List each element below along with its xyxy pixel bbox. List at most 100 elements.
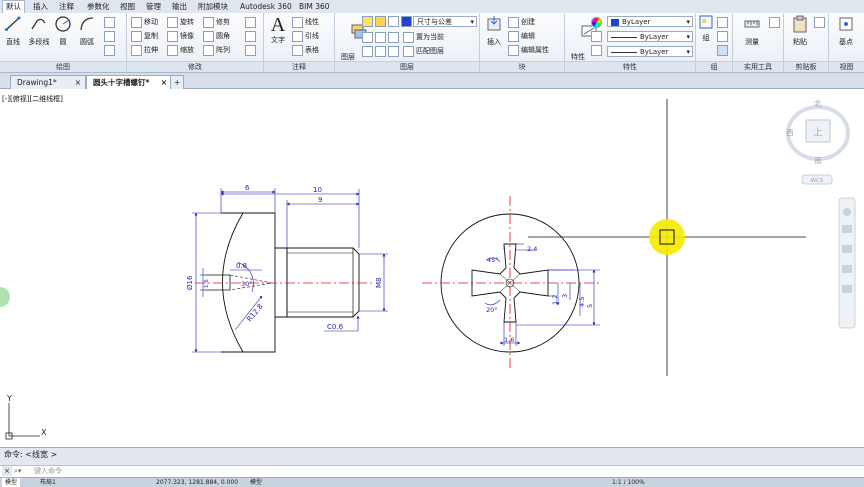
showmotion-icon — [842, 285, 852, 293]
create-block-button[interactable]: 创建 — [508, 16, 535, 29]
panel-block-title[interactable]: 块 — [480, 61, 564, 72]
layer-state-icons[interactable] — [362, 15, 414, 28]
array-button[interactable]: 阵列 — [203, 44, 230, 57]
command-recent-icon[interactable]: ⌕▾ — [14, 466, 21, 476]
panel-clipboard-title[interactable]: 剪贴板 — [784, 61, 828, 72]
offset-button[interactable] — [245, 44, 258, 57]
drawing-canvas[interactable]: 6 10 9 Ø16 1.6 0.8 30° R12.8 C0.6 M8 2.4… — [0, 89, 864, 445]
ungroup-button[interactable] — [717, 16, 730, 29]
hatch-tool[interactable] — [104, 30, 117, 43]
dim-c0-6: C0.6 — [327, 323, 344, 331]
drawing-svg[interactable]: 6 10 9 Ø16 1.6 0.8 30° R12.8 C0.6 M8 2.4… — [0, 89, 864, 445]
doc-tab-screw[interactable]: 圆头十字槽螺钉* × — [86, 75, 172, 89]
layer-tools-row1[interactable] — [362, 31, 401, 44]
viewcube-west[interactable]: 西 — [786, 128, 794, 137]
group-edit-button[interactable] — [717, 30, 730, 43]
cursor-highlight — [649, 219, 685, 255]
table-button[interactable]: 表格 — [292, 44, 319, 57]
copy-button[interactable]: 复制 — [131, 30, 158, 43]
line-button[interactable]: 直线 — [2, 15, 24, 47]
stretch-icon — [131, 44, 142, 56]
polyline-button[interactable]: 多段线 — [25, 15, 53, 47]
stretch-button[interactable]: 拉伸 — [131, 44, 158, 57]
tab-output[interactable]: 输出 — [169, 1, 190, 12]
viewcube-top[interactable]: 上 — [813, 127, 822, 138]
chevron-down-icon: ▾ — [686, 18, 690, 26]
panel-utilities-title[interactable]: 实用工具 — [733, 61, 783, 72]
match-layer-button[interactable]: 匹配图层 — [403, 45, 444, 58]
draw-more-tool[interactable] — [104, 44, 117, 57]
insert-block-button[interactable]: 插入 — [483, 15, 505, 47]
fillet-button[interactable]: 圆角 — [203, 30, 230, 43]
close-icon[interactable]: × — [161, 76, 167, 89]
tab-addins[interactable]: 附加模块 — [195, 1, 231, 12]
linear-dim-button[interactable]: 线性 — [292, 16, 319, 29]
circle-button[interactable]: 圆 — [54, 15, 72, 47]
scale-button[interactable]: 缩放 — [167, 44, 194, 57]
panel-groups-title[interactable]: 组 — [696, 61, 732, 72]
lineweight-dropdown[interactable]: ByLayer ▾ — [607, 46, 693, 57]
panel-layers: 图层 特性 尺寸与公差▾ 置为当前 匹配图层 图层 — [335, 13, 480, 72]
color-tool[interactable] — [591, 16, 604, 29]
panel-properties-title[interactable]: 特性 — [565, 61, 695, 72]
group-button[interactable]: 组 — [698, 15, 714, 43]
layer-dropdown[interactable]: 尺寸与公差 ▾ — [413, 16, 477, 27]
tab-parametric[interactable]: 参数化 — [84, 1, 113, 12]
paste-button[interactable]: 粘贴 — [788, 15, 812, 47]
copy-clip-button[interactable] — [814, 16, 827, 29]
base-point-button[interactable]: 基点 — [833, 15, 859, 47]
close-icon[interactable]: × — [75, 76, 81, 89]
new-tab-button[interactable]: + — [170, 75, 184, 89]
linetype-dropdown[interactable]: ByLayer ▾ — [607, 31, 693, 42]
tab-annotate[interactable]: 注释 — [56, 1, 77, 12]
lineweight-tool[interactable] — [591, 44, 604, 57]
edit-block-button[interactable]: 编辑 — [508, 30, 535, 43]
move-button[interactable]: 移动 — [131, 16, 158, 29]
dim-30deg: 30° — [241, 280, 253, 288]
text-button[interactable]: A 文字 — [267, 15, 289, 45]
panel-modify-title[interactable]: 修改 — [127, 61, 263, 72]
ribbon-tab-bar: 默认 插入 注释 参数化 视图 管理 输出 附加模块 Autodesk 360 … — [0, 0, 864, 14]
command-input[interactable]: 键入命令 — [34, 466, 62, 476]
tab-manage[interactable]: 管理 — [143, 1, 164, 12]
tab-bim360[interactable]: BIM 360 — [296, 1, 333, 12]
viewcube-north[interactable]: 北 — [814, 99, 822, 108]
wcs-label[interactable]: WCS — [811, 178, 824, 184]
layer-tools-row2[interactable] — [362, 45, 401, 58]
dim-20deg: 20° — [486, 306, 498, 314]
command-line[interactable]: × ⌕▾ 键入命令 — [0, 465, 864, 477]
tab-default[interactable]: 默认 — [2, 0, 25, 14]
dim-10: 10 — [313, 186, 322, 194]
panel-layers-title[interactable]: 图层 — [335, 61, 479, 72]
tab-insert[interactable]: 插入 — [30, 1, 51, 12]
arc-button[interactable]: 圆弧 — [75, 15, 99, 47]
mirror-button[interactable]: 镜像 — [167, 30, 194, 43]
utility-tool[interactable] — [769, 16, 782, 29]
navigation-bar[interactable] — [838, 197, 856, 329]
doc-tab-drawing1[interactable]: Drawing1* × — [10, 75, 86, 89]
measure-button[interactable]: 测量 — [739, 15, 765, 47]
erase-button[interactable] — [245, 16, 258, 29]
tab-autodesk360[interactable]: Autodesk 360 — [237, 1, 295, 12]
rotate-button[interactable]: 旋转 — [167, 16, 194, 29]
trim-button[interactable]: 修剪 — [203, 16, 230, 29]
close-icon[interactable]: × — [2, 466, 12, 476]
dim-m8: M8 — [375, 278, 383, 289]
viewport-controls[interactable]: [-][俯视][二维线框] — [2, 94, 63, 104]
color-dropdown[interactable]: ByLayer ▾ — [607, 16, 693, 27]
tab-view[interactable]: 视图 — [117, 1, 138, 12]
explode-button[interactable] — [245, 30, 258, 43]
panel-draw-title[interactable]: 绘图 — [0, 61, 126, 72]
edit-attributes-button[interactable]: 编辑属性 — [508, 44, 549, 57]
panel-annotation-title[interactable]: 注释 — [264, 61, 334, 72]
group-select-button[interactable] — [717, 44, 730, 57]
viewcube-south[interactable]: 南 — [814, 155, 822, 165]
rectangle-tool[interactable] — [104, 16, 117, 29]
set-current-button[interactable]: 置为当前 — [403, 31, 444, 44]
dim-5: 5 — [586, 304, 594, 308]
viewcube[interactable]: 上 北 南 西 WCS — [786, 99, 850, 185]
screw-side-view: 6 10 9 Ø16 1.6 0.8 30° R12.8 C0.6 M8 — [186, 184, 388, 353]
leader-button[interactable]: 引线 — [292, 30, 319, 43]
linetype-tool[interactable] — [591, 30, 604, 43]
panel-view-title[interactable]: 视图 — [829, 61, 864, 72]
